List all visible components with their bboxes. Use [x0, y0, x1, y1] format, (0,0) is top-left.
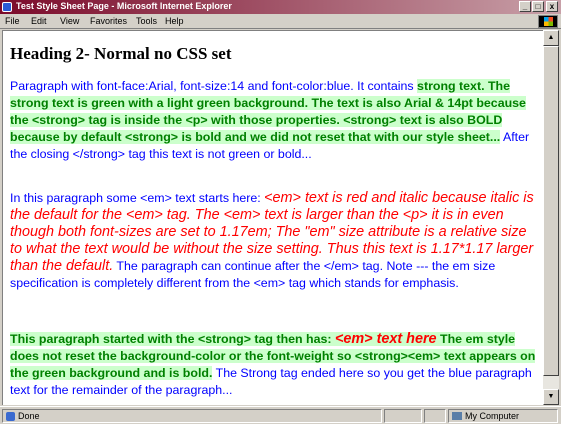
status-cell-zone: My Computer — [448, 409, 558, 423]
status-cell-1 — [384, 409, 422, 423]
status-cell-2 — [424, 409, 446, 423]
paragraph-3: This paragraph started with the <strong>… — [10, 331, 540, 399]
menu-help[interactable]: Help — [165, 16, 184, 26]
vertical-scrollbar[interactable]: ▲ ▼ — [543, 30, 559, 405]
minimize-button[interactable]: _ — [519, 1, 531, 12]
ie-logo-icon[interactable] — [2, 2, 12, 12]
menu-edit[interactable]: Edit — [31, 16, 47, 26]
status-text: Done — [18, 411, 40, 421]
scroll-up-icon[interactable]: ▲ — [543, 30, 559, 46]
p3-strong-text-1: This paragraph started with the <strong>… — [10, 332, 335, 346]
security-zone: My Computer — [465, 411, 520, 421]
menu-file[interactable]: File — [5, 16, 20, 26]
page-done-icon — [6, 412, 15, 421]
page-content: Heading 2- Normal no CSS set Paragraph w… — [2, 30, 543, 405]
scroll-thumb[interactable] — [543, 46, 559, 376]
scroll-down-icon[interactable]: ▼ — [543, 389, 559, 405]
page-heading: Heading 2- Normal no CSS set — [10, 44, 232, 63]
close-button[interactable]: x — [546, 1, 558, 12]
status-cell-main: Done — [2, 409, 382, 423]
menu-tools[interactable]: Tools — [136, 16, 157, 26]
p2-text-1: In this paragraph some <em> text starts … — [10, 191, 265, 205]
windows-logo-icon — [538, 15, 558, 28]
menu-favorites[interactable]: Favorites — [90, 16, 127, 26]
menu-view[interactable]: View — [60, 16, 79, 26]
browser-window: Test Style Sheet Page - Microsoft Intern… — [0, 0, 561, 424]
status-bar: Done My Computer — [0, 406, 561, 424]
paragraph-1: Paragraph with font-face:Arial, font-siz… — [10, 78, 540, 163]
title-bar[interactable]: Test Style Sheet Page - Microsoft Intern… — [0, 0, 561, 14]
menu-bar: File Edit View Favorites Tools Help — [0, 14, 561, 29]
p3-strong-em-text: <em> text here — [334, 331, 437, 347]
maximize-button[interactable]: □ — [532, 1, 544, 12]
my-computer-icon — [452, 412, 462, 420]
paragraph-2: In this paragraph some <em> text starts … — [10, 190, 540, 292]
window-title: Test Style Sheet Page - Microsoft Intern… — [16, 1, 232, 11]
p1-text-1: Paragraph with font-face:Arial, font-siz… — [10, 79, 418, 93]
